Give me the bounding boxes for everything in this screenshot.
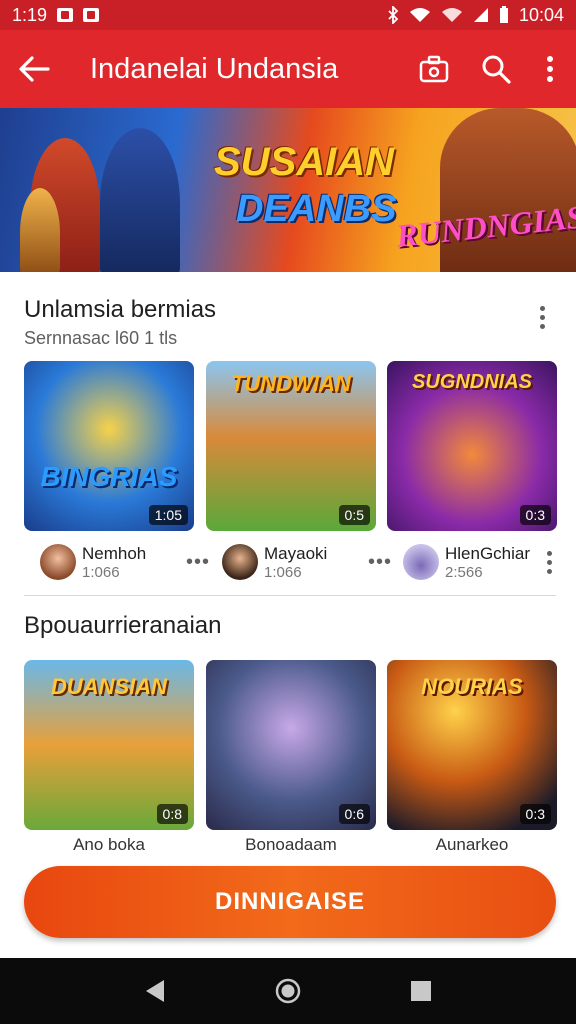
section-more-button[interactable] (538, 306, 546, 329)
card-art-title: NOURIAS (421, 674, 523, 699)
signal-icon (473, 8, 488, 22)
card-meta: HlenGchiar 2:566 (403, 540, 553, 584)
view-count: 1:066 (82, 563, 120, 581)
card-art-title: DUANSIAN (50, 674, 168, 699)
page-title: Indanelai Undansia (90, 52, 339, 85)
card-caption: Ano boka (73, 835, 145, 854)
section-subtitle: Sernnasac l60 1 tls (24, 328, 178, 348)
duration-badge: 0:6 (338, 804, 370, 824)
channel-name: HlenGchiar (445, 543, 531, 563)
game-card[interactable]: DUANSIAN 0:8 (24, 660, 194, 830)
status-bar: 1:19 10:04 (0, 0, 576, 30)
search-icon (482, 55, 511, 84)
banner-title-line2: DEANBS (236, 188, 397, 230)
more-vertical-icon (547, 56, 553, 82)
view-count: 2:566 (445, 563, 483, 581)
more-vertical-icon[interactable] (545, 550, 553, 574)
divider (24, 595, 556, 596)
banner-title-line1: SUSAIAN (214, 140, 395, 184)
battery-icon (499, 6, 508, 23)
game-card[interactable]: NOURIAS 0:3 (387, 660, 557, 830)
more-horizontal-icon[interactable]: ••• (368, 551, 392, 574)
section-title: Bpouaurrieranaian (24, 612, 222, 639)
bluetooth-icon (388, 6, 399, 24)
view-count: 1:066 (264, 563, 302, 581)
banner-character-art (20, 188, 60, 272)
home-circle-icon[interactable] (274, 977, 302, 1005)
avatar[interactable] (403, 544, 439, 580)
back-triangle-icon[interactable] (144, 978, 166, 1004)
duration-badge: 0:3 (519, 505, 551, 525)
avatar[interactable] (222, 544, 258, 580)
avatar[interactable] (40, 544, 76, 580)
section-header: Bpouaurrieranaian (24, 612, 221, 640)
search-button[interactable] (480, 53, 512, 85)
channel-name: Mayaoki (264, 543, 328, 563)
recents-square-icon[interactable] (410, 980, 432, 1002)
card-caption: Bonoadaam (245, 835, 337, 854)
duration-badge: 1:05 (148, 505, 188, 525)
status-time-right: 10:04 (518, 4, 564, 25)
notification-icon (57, 8, 74, 22)
status-time-left: 1:19 (12, 4, 48, 25)
notification-icon (83, 8, 100, 22)
card-caption: Aunarkeo (435, 835, 509, 854)
section-header: Unlamsia bermias Sernnasac l60 1 tls (24, 296, 216, 349)
app-bar: Indanelai Undansia (0, 30, 576, 108)
section-title: Unlamsia bermias (24, 296, 217, 323)
camera-icon (419, 55, 449, 83)
duration-badge: 0:5 (338, 505, 370, 525)
card-meta: Nemhoh 1:066 ••• (40, 540, 210, 584)
more-options-button[interactable] (542, 53, 558, 85)
card-art-title: SUGNDNIAS (411, 371, 532, 393)
primary-action-button[interactable]: DINNIGAISE (24, 866, 556, 938)
game-card[interactable]: 0:6 (206, 660, 376, 830)
camera-button[interactable] (418, 53, 450, 85)
back-button[interactable] (18, 53, 50, 85)
card-art-title: TUNDWIAN (231, 371, 351, 396)
game-card[interactable]: TUNDWIAN 0:5 (206, 361, 376, 531)
system-nav-bar (0, 958, 576, 1024)
wifi-icon (441, 8, 462, 22)
duration-badge: 0:3 (519, 804, 551, 824)
game-card[interactable]: BINGRIAS 1:05 (24, 361, 194, 531)
banner-character-art (100, 128, 180, 272)
card-meta: Mayaoki 1:066 ••• (222, 540, 392, 584)
more-horizontal-icon[interactable]: ••• (186, 551, 210, 574)
arrow-left-icon (19, 56, 50, 82)
duration-badge: 0:8 (156, 804, 188, 824)
card-art-title: BINGRIAS (40, 461, 178, 492)
channel-name: Nemhoh (82, 543, 147, 563)
game-card[interactable]: SUGNDNIAS 0:3 (387, 361, 557, 531)
hero-banner[interactable]: SUSAIAN DEANBS RUNDNGIAS (0, 108, 576, 272)
wifi-icon (409, 8, 430, 22)
